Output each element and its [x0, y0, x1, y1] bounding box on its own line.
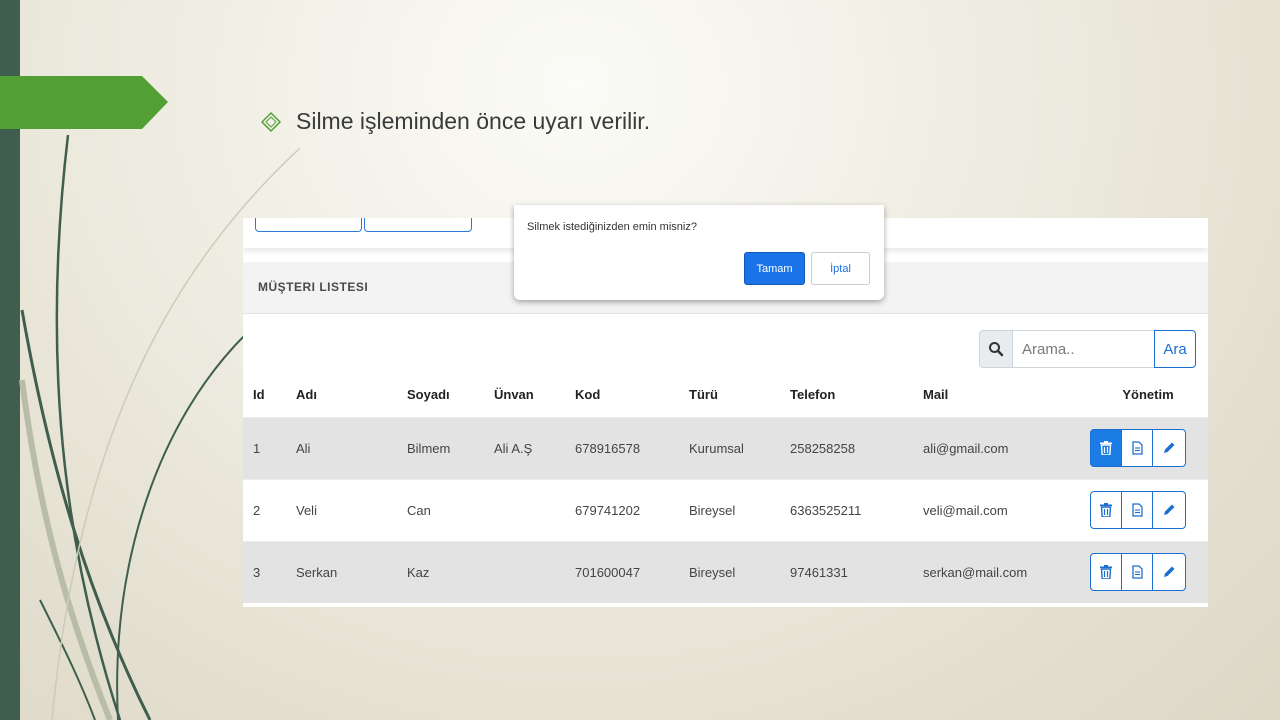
pencil-icon: [1164, 442, 1175, 453]
cell-actions: [1088, 479, 1208, 541]
cell-id: 3: [253, 564, 261, 580]
cell-turu: Bireysel: [689, 564, 736, 580]
dialog-message: Silmek istediğinizden emin misniz?: [527, 221, 697, 233]
delete-button[interactable]: [1090, 491, 1122, 529]
confirm-dialog: Silmek istediğinizden emin misniz? Tamam…: [514, 205, 884, 300]
delete-button[interactable]: [1090, 429, 1122, 467]
trash-icon: [1100, 441, 1112, 455]
cell-id: 2: [253, 502, 261, 518]
cell-id: 1: [253, 440, 261, 456]
pencil-icon: [1164, 504, 1175, 515]
cell-unvan: Ali A.Ş: [494, 440, 533, 456]
cell-adi: Serkan: [296, 564, 338, 580]
document-icon: [1131, 503, 1143, 517]
cancel-button[interactable]: İptal: [811, 252, 870, 285]
details-button[interactable]: [1121, 553, 1153, 592]
cell-mail: serkan@mail.com: [923, 564, 1028, 580]
column-header-unvan[interactable]: Ünvan: [484, 373, 565, 417]
row-actions: [1090, 491, 1208, 529]
search-icon: [979, 330, 1013, 368]
table-row: 3 Serkan Kaz 701600047 Bireysel 97461331…: [243, 541, 1208, 603]
cell-mail: veli@mail.com: [923, 502, 1008, 518]
delete-button[interactable]: [1090, 553, 1122, 592]
cell-turu: Kurumsal: [689, 440, 744, 456]
customer-table: Id Adı Soyadı Ünvan Kod Türü Telefon Mai…: [243, 373, 1208, 603]
toolbar-button-2[interactable]: [364, 218, 472, 232]
details-button[interactable]: [1121, 429, 1153, 467]
document-icon: [1131, 565, 1143, 579]
cell-soyadi: Kaz: [407, 564, 430, 580]
column-header-kod[interactable]: Kod: [565, 373, 679, 417]
table-row: 2 Veli Can 679741202 Bireysel 6363525211…: [243, 479, 1208, 541]
table-row: 1 Ali Bilmem Ali A.Ş 678916578 Kurumsal …: [243, 417, 1208, 479]
cell-telefon: 6363525211: [790, 502, 862, 518]
row-actions: [1090, 429, 1208, 467]
slide-bullet-text: Silme işleminden önce uyarı verilir.: [296, 108, 651, 134]
edit-button[interactable]: [1152, 553, 1186, 592]
cell-kod: 701600047: [575, 564, 641, 580]
slide-bullet: Silme işleminden önce uyarı verilir.: [260, 108, 650, 135]
details-button[interactable]: [1121, 491, 1153, 529]
column-header-mail[interactable]: Mail: [913, 373, 1088, 417]
cell-actions: [1088, 541, 1208, 603]
row-actions: [1090, 553, 1208, 592]
cell-soyadi: Bilmem: [407, 440, 451, 456]
ok-button[interactable]: Tamam: [744, 252, 805, 285]
trash-icon: [1100, 503, 1112, 517]
column-header-turu[interactable]: Türü: [679, 373, 780, 417]
edit-button[interactable]: [1152, 491, 1186, 529]
cell-unvan: [484, 541, 565, 603]
cell-kod: 678916578: [575, 440, 641, 456]
table-header-row: Id Adı Soyadı Ünvan Kod Türü Telefon Mai…: [243, 373, 1208, 417]
column-header-id[interactable]: Id: [243, 373, 286, 417]
cell-kod: 679741202: [575, 502, 641, 518]
search-group: Ara: [979, 330, 1196, 368]
search-button[interactable]: Ara: [1154, 330, 1196, 368]
diamond-bullet-icon: [260, 111, 282, 132]
column-header-telefon[interactable]: Telefon: [780, 373, 913, 417]
column-header-yonetim: Yönetim: [1122, 387, 1174, 403]
cell-actions: [1088, 417, 1208, 479]
cell-unvan: [484, 479, 565, 541]
slide-arrow-tab: [0, 76, 168, 129]
cell-turu: Bireysel: [689, 502, 736, 518]
pencil-icon: [1164, 566, 1175, 578]
cell-adi: Veli: [296, 502, 317, 518]
trash-icon: [1100, 565, 1112, 580]
search-input[interactable]: [1013, 330, 1154, 368]
document-icon: [1131, 441, 1143, 455]
toolbar-button-1[interactable]: [255, 218, 362, 232]
list-title: MÜŞTERI LISTESI: [258, 280, 369, 294]
column-header-adi[interactable]: Adı: [286, 373, 397, 417]
cell-adi: Ali: [296, 440, 311, 456]
column-header-soyadi[interactable]: Soyadı: [397, 373, 484, 417]
edit-button[interactable]: [1152, 429, 1186, 467]
cell-soyadi: Can: [407, 502, 431, 518]
cell-telefon: 258258258: [790, 440, 856, 456]
cell-mail: ali@gmail.com: [923, 440, 1009, 456]
cell-telefon: 97461331: [790, 564, 848, 580]
